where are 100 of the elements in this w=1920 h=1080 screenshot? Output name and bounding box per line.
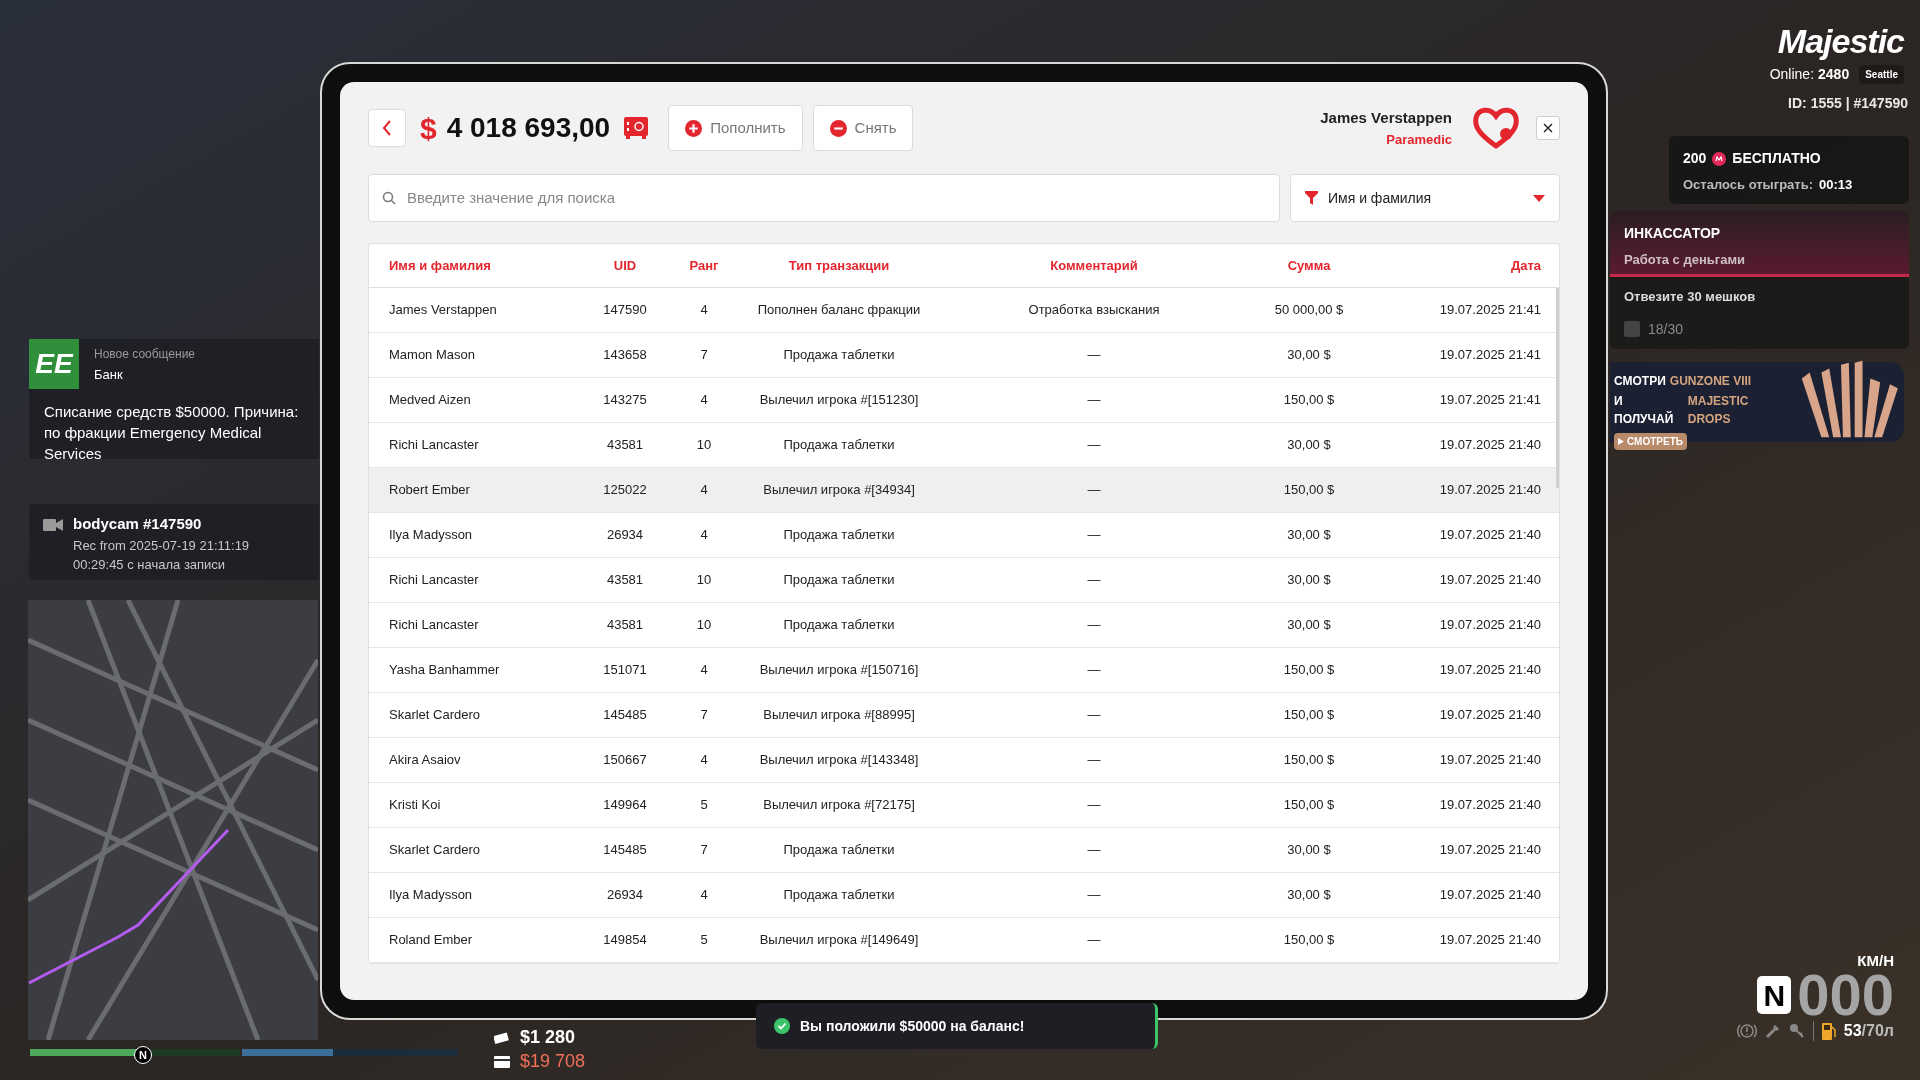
table-cell-text: 149964 — [602, 796, 648, 815]
key-icon — [1788, 1023, 1805, 1039]
currency-sign: $ — [420, 110, 437, 147]
app-logo: EE — [29, 339, 79, 389]
table-cell-text: 30,00 $ — [1286, 841, 1332, 860]
table-cell-text: 19.07.2025 21:40 — [1438, 841, 1542, 860]
remaining-time: 00:13 — [1819, 176, 1853, 194]
table-cell-text: 149854 — [602, 931, 648, 950]
server-logo: Majestic — [1777, 21, 1904, 62]
filter-icon — [1305, 191, 1318, 205]
bodycam-elapsed: 00:29:45 с начала записи — [73, 556, 227, 574]
play-icon — [1618, 438, 1624, 445]
close-icon — [1543, 123, 1553, 133]
table-cell-text: 150,00 $ — [1282, 751, 1336, 770]
table-cell-text: 4 — [699, 661, 709, 680]
fuel-capacity: /70л — [1861, 1021, 1894, 1041]
column-header: UID — [612, 256, 638, 275]
table-cell-text: 19.07.2025 21:41 — [1438, 346, 1542, 365]
table-cell-text: 7 — [699, 346, 709, 365]
safe-icon — [624, 117, 649, 139]
table-cell-text: 19.07.2025 21:40 — [1438, 886, 1542, 905]
user-name: James Verstappen — [1320, 108, 1452, 128]
user-role: Paramedic — [1386, 130, 1452, 149]
promo-highlight: GUNZONE VIII — [1669, 373, 1752, 390]
cash-icon — [494, 1031, 510, 1044]
table-cell-text: — — [1086, 481, 1102, 500]
job-task: Отвезите 30 мешков — [1624, 288, 1757, 306]
plus-circle-icon — [685, 119, 703, 137]
table-cell-text: 19.07.2025 21:40 — [1438, 661, 1542, 680]
remaining-label: Осталось отыграть: — [1683, 176, 1813, 194]
job-title: ИНКАССАТОР — [1624, 224, 1722, 243]
table-cell-text: 150,00 $ — [1282, 796, 1336, 815]
column-header: Сумма — [1286, 256, 1332, 275]
table-cell-text: Вылечил игрока #[72175] — [762, 796, 916, 815]
table-cell-text: 143658 — [602, 346, 648, 365]
notification-sender: Банк — [94, 366, 124, 384]
table-cell-text: Вылечил игрока #[143348] — [758, 751, 920, 770]
table-row[interactable]: Robert Ember 125022 4 Вылечил игрока #[34934] — 150,00 $ 19.07.2025 21:40 — [369, 468, 1559, 513]
caret-icon — [1533, 194, 1545, 202]
table-cell-text: — — [1086, 661, 1102, 680]
brake-warning-icon — [1736, 1022, 1757, 1040]
server-city: Seattle — [1859, 65, 1904, 84]
table-cell-text: Roland Ember — [388, 931, 474, 950]
table-cell-text: Вылечил игрока #[34934] — [762, 481, 916, 500]
table-cell-text: Skarlet Cardero — [388, 706, 482, 725]
table-cell-text: 19.07.2025 21:40 — [1438, 931, 1542, 950]
column-header: Дата — [1509, 256, 1542, 275]
table-cell-text: 7 — [699, 841, 709, 860]
table-cell-text: Richi Lancaster — [388, 616, 480, 635]
table-cell-text: 19.07.2025 21:40 — [1438, 616, 1542, 635]
table-cell-text: 147590 — [602, 301, 648, 320]
notification-message: Списание средств $50000. Причина: по фракции Emergency Medical Services — [43, 402, 300, 464]
table-cell-text: Вылечил игрока #[88995] — [762, 706, 916, 725]
filter-dropdown[interactable]: Имя и фамилия — [1290, 174, 1560, 222]
withdraw-button[interactable]: Снять — [812, 105, 914, 151]
table-cell-text: — — [1086, 571, 1102, 590]
table-cell-text: 150,00 $ — [1282, 931, 1336, 950]
table-cell-text: 145485 — [602, 841, 648, 860]
table-cell-text: Продажа таблетки — [782, 571, 896, 590]
table-cell-text: 5 — [699, 796, 709, 815]
table-cell-text: 4 — [699, 751, 709, 770]
table-cell-text: 30,00 $ — [1286, 436, 1332, 455]
table-cell-text: 4 — [699, 391, 709, 410]
table-cell-text: 30,00 $ — [1286, 571, 1332, 590]
table-cell-text: Richi Lancaster — [388, 571, 480, 590]
table-cell-text: Продажа таблетки — [782, 616, 896, 635]
column-header: Тип транзакции — [787, 256, 891, 275]
back-button[interactable] — [368, 109, 406, 147]
table-cell-text: 19.07.2025 21:40 — [1438, 706, 1542, 725]
table-cell-text: Robert Ember — [388, 481, 471, 500]
promo-text: СМОТРИ — [1614, 373, 1666, 390]
check-circle-icon — [774, 1018, 790, 1034]
table-cell-text: Skarlet Cardero — [388, 841, 482, 860]
table-cell-text: — — [1086, 751, 1102, 770]
table-cell-text: Вылечил игрока #[151230] — [758, 391, 920, 410]
table-cell-text: 19.07.2025 21:40 — [1438, 481, 1542, 500]
table-cell-text: 30,00 $ — [1286, 346, 1332, 365]
deposit-button[interactable]: Пополнить — [668, 105, 803, 151]
table-cell-text: 5 — [699, 931, 709, 950]
table-cell-text: 19.07.2025 21:40 — [1438, 796, 1542, 815]
close-button[interactable] — [1536, 116, 1560, 140]
toast-message: Вы положили $50000 на баланс! — [800, 1016, 1025, 1036]
table-cell-text: — — [1086, 796, 1102, 815]
table-cell-text: 19.07.2025 21:41 — [1438, 301, 1542, 320]
minus-circle-icon — [829, 119, 847, 137]
table-cell-text: Продажа таблетки — [782, 346, 896, 365]
search-field[interactable]: Введите значение для поиска — [368, 174, 1280, 222]
table-cell-text: — — [1086, 346, 1102, 365]
table-cell-text: 10 — [695, 616, 713, 635]
heart-logo-icon — [1472, 106, 1520, 150]
search-icon — [382, 191, 396, 205]
table-cell-text: 150,00 $ — [1282, 481, 1336, 500]
table-cell-text: 151071 — [602, 661, 648, 680]
table-cell-text: — — [1086, 391, 1102, 410]
table-cell-text: Вылечил игрока #[150716] — [758, 661, 920, 680]
table-cell-text: 30,00 $ — [1286, 526, 1332, 545]
table-cell-text: Отработка взыскания — [1027, 301, 1161, 320]
table-cell-text: 150,00 $ — [1282, 391, 1336, 410]
table-cell-text: Yasha Banhammer — [388, 661, 501, 680]
table-cell-text: 26934 — [605, 886, 645, 905]
